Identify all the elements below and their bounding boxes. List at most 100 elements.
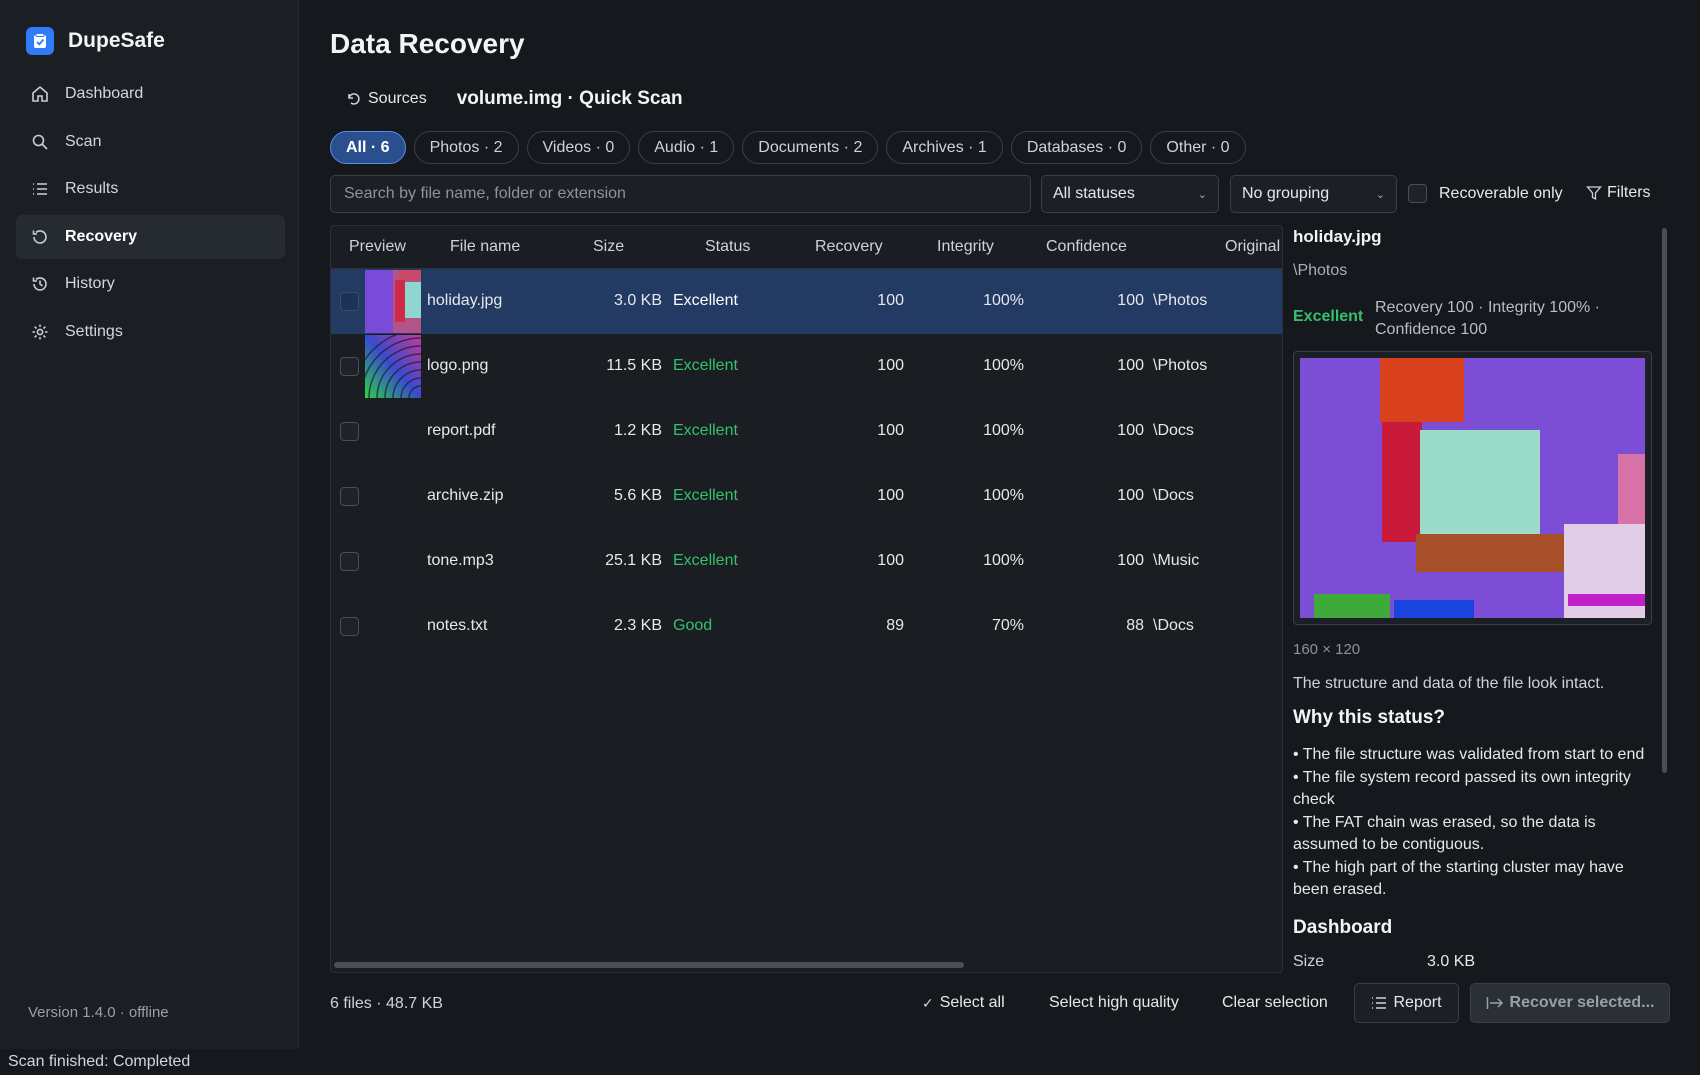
recover-selected-button[interactable]: Recover selected... [1470,983,1670,1023]
chip-audio[interactable]: Audio · 1 [638,131,735,164]
confidence-value: 100 [1117,422,1144,439]
recoverable-only-toggle[interactable]: Recoverable only [1408,184,1563,203]
row-checkbox[interactable] [340,552,359,571]
file-name: holiday.jpg [427,292,503,309]
table-row[interactable]: report.pdf 1.2 KB Excellent 100 100% 100… [331,399,1282,464]
sidebar-item-history[interactable]: History [16,262,285,306]
original-path: \Music [1153,552,1200,569]
chip-archives[interactable]: Archives · 1 [886,131,1003,164]
recoverable-only-label: Recoverable only [1439,184,1563,202]
export-arrow-icon [1486,997,1503,1009]
recovery-value: 100 [877,357,904,374]
detail-summary: The structure and data of the file look … [1293,675,1605,692]
file-size: 5.6 KB [613,487,662,504]
source-row: Sources volume.img · Quick Scan [346,88,683,110]
report-button[interactable]: Report [1354,983,1459,1023]
column-size[interactable]: Size [593,238,624,256]
status-badge: Excellent [673,552,738,569]
status-badge: Excellent [673,357,738,374]
row-checkbox[interactable] [340,487,359,506]
select-all-label: Select all [939,994,1005,1011]
file-name: report.pdf [427,422,496,439]
recovery-value: 100 [877,422,904,439]
row-checkbox[interactable] [340,422,359,441]
row-checkbox[interactable] [340,617,359,636]
main-content: Data Recovery Sources volume.img · Quick… [330,0,1670,1049]
status-badge: Excellent [673,292,738,309]
original-path: \Photos [1153,357,1208,374]
size-label: Size [1293,953,1325,970]
chevron-down-icon: ⌄ [1197,188,1207,201]
file-size: 25.1 KB [605,552,662,569]
integrity-value: 100% [983,487,1024,504]
clear-selection-label: Clear selection [1222,994,1328,1011]
list-item: • The high part of the starting cluster … [1293,859,1624,898]
integrity-value: 100% [983,357,1024,374]
confidence-value: 88 [1126,617,1144,634]
table-row[interactable]: holiday.jpg 3.0 KB Excellent 100 100% 10… [331,269,1282,334]
file-size: 3.0 KB [613,292,662,309]
home-icon [32,85,48,102]
confidence-value: 100 [1117,552,1144,569]
chevron-down-icon: ⌄ [1375,188,1385,201]
detail-dimensions: 160 × 120 [1293,641,1361,658]
sidebar-item-label: History [65,275,115,292]
detail-metrics: Recovery 100 · Integrity 100% · Confiden… [1375,299,1600,338]
chip-all[interactable]: All · 6 [330,131,406,164]
chip-videos[interactable]: Videos · 0 [526,131,631,164]
column-preview[interactable]: Preview [349,238,406,256]
integrity-value: 70% [991,617,1024,634]
original-path: \Docs [1153,487,1194,504]
status-select[interactable]: All statuses ⌄ [1041,175,1219,213]
table-row[interactable]: tone.mp3 25.1 KB Excellent 100 100% 100 … [331,529,1282,594]
column-original[interactable]: Original [1225,238,1280,256]
report-label: Report [1393,994,1442,1011]
grouping-select[interactable]: No grouping ⌄ [1230,175,1397,213]
original-path: \Docs [1153,422,1194,439]
sidebar-item-settings[interactable]: Settings [16,310,285,354]
sources-button[interactable]: Sources [346,90,427,108]
table-row[interactable]: logo.png 11.5 KB Excellent 100 100% 100 … [331,334,1282,399]
chip-other[interactable]: Other · 0 [1150,131,1246,164]
file-thumbnail [365,335,421,398]
table-row[interactable]: archive.zip 5.6 KB Excellent 100 100% 10… [331,464,1282,529]
column-file-name[interactable]: File name [450,238,520,256]
clear-selection-button[interactable]: Clear selection [1210,983,1340,1023]
column-confidence[interactable]: Confidence [1046,238,1127,256]
vertical-scrollbar[interactable] [1662,228,1667,773]
status-bar-text: Scan finished: Completed [8,1053,191,1070]
grouping-select-value: No grouping [1242,185,1330,202]
original-path: \Docs [1153,617,1194,634]
recovery-value: 100 [877,292,904,309]
dashboard-heading: Dashboard [1293,917,1393,938]
column-status[interactable]: Status [705,238,750,256]
file-size: 2.3 KB [613,617,662,634]
status-badge: Excellent [673,487,738,504]
select-all-button[interactable]: ✓ Select all [910,983,1017,1023]
chip-documents[interactable]: Documents · 2 [742,131,879,164]
list-icon [33,183,47,195]
chip-photos[interactable]: Photos · 2 [413,131,519,164]
search-input[interactable] [330,175,1031,213]
sidebar-item-results[interactable]: Results [16,167,285,211]
table-header: Preview File name Size Status Recovery I… [331,226,1282,269]
filter-icon [1586,186,1602,201]
app-logo-icon [26,27,54,55]
sidebar-item-recovery[interactable]: Recovery [16,214,285,259]
sidebar-item-scan[interactable]: Scan [16,120,285,164]
column-integrity[interactable]: Integrity [937,238,994,256]
confidence-value: 100 [1117,357,1144,374]
select-high-quality-button[interactable]: Select high quality [1037,983,1191,1023]
column-recovery[interactable]: Recovery [815,238,883,256]
chip-databases[interactable]: Databases · 0 [1010,131,1143,164]
filters-button[interactable]: Filters [1586,184,1651,202]
sidebar-item-label: Dashboard [65,85,144,102]
recoverable-only-checkbox[interactable] [1408,184,1427,203]
row-checkbox[interactable] [340,292,359,311]
sidebar-item-dashboard[interactable]: Dashboard [16,72,285,116]
horizontal-scrollbar[interactable] [334,962,964,968]
row-checkbox[interactable] [340,357,359,376]
history-icon [32,277,47,291]
table-row[interactable]: notes.txt 2.3 KB Good 89 70% 88 \Docs [331,594,1282,659]
original-path: \Photos [1153,292,1208,309]
